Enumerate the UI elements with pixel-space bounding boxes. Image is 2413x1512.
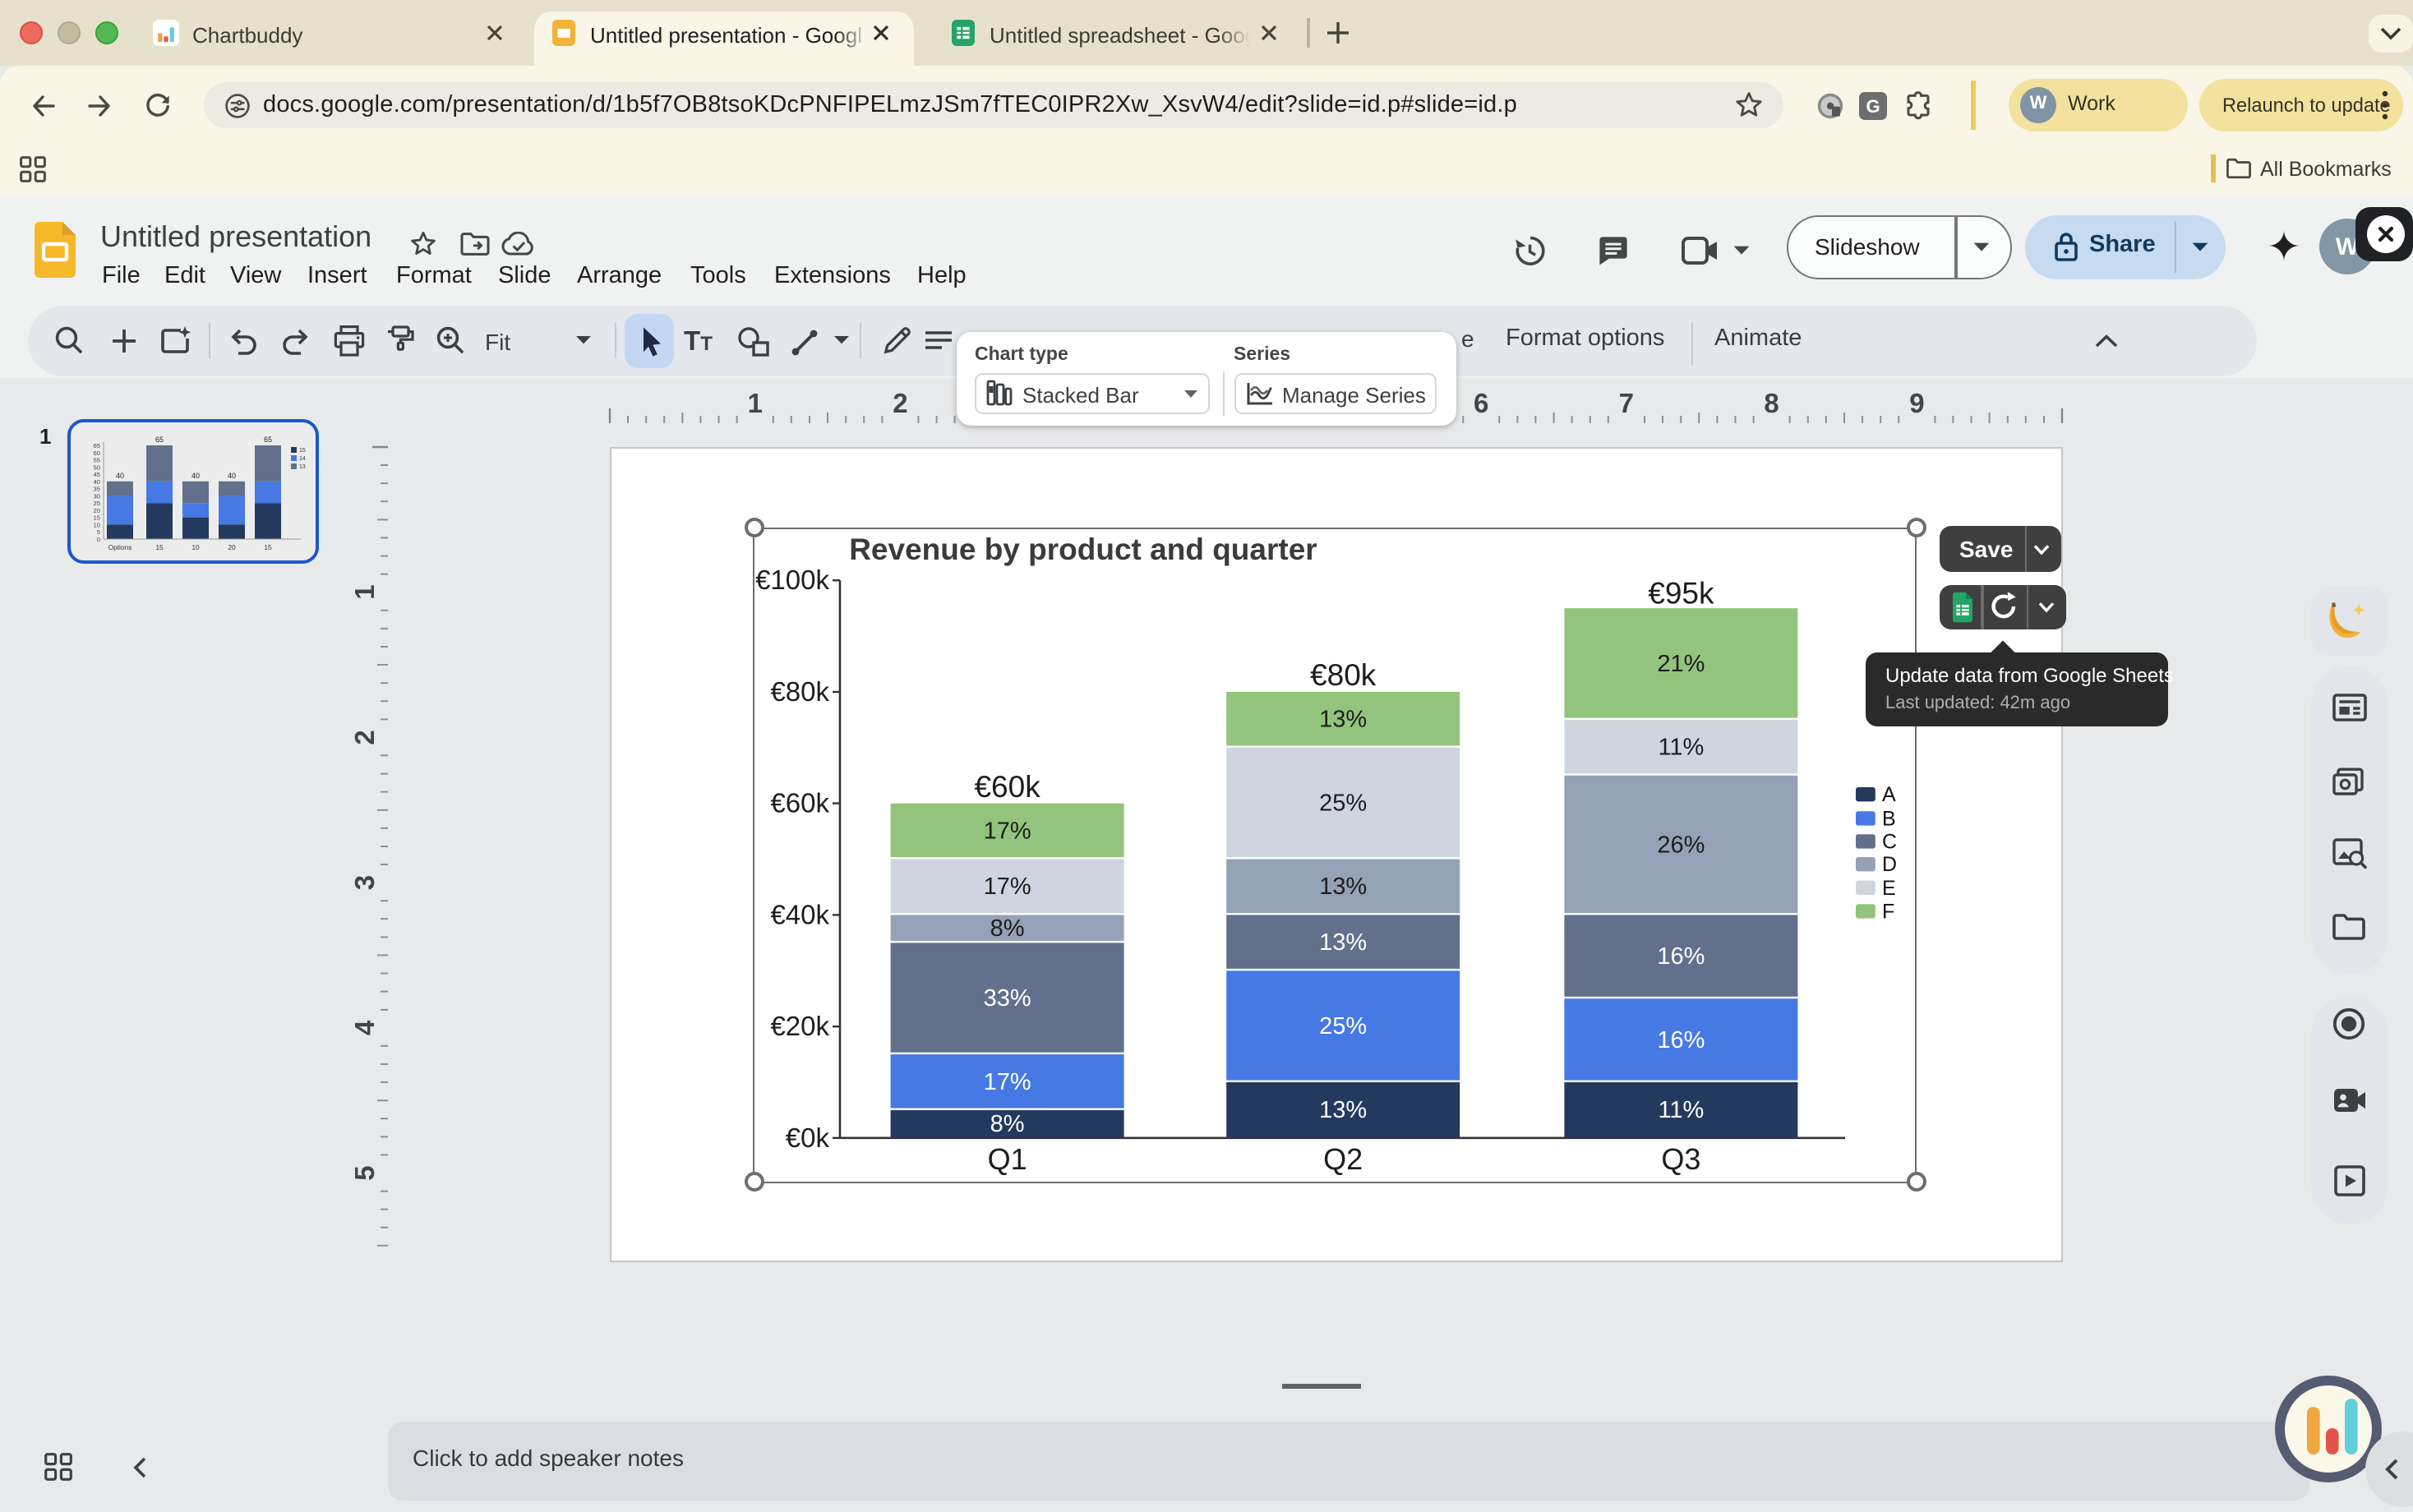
svg-text:11%: 11%	[1658, 734, 1704, 760]
svg-text:65: 65	[94, 442, 100, 449]
svg-text:25%: 25%	[1319, 1012, 1367, 1039]
svg-text:15: 15	[299, 448, 306, 454]
svg-text:25%: 25%	[1319, 789, 1367, 815]
svg-text:6: 6	[1474, 388, 1488, 418]
svg-text:€60k: €60k	[974, 769, 1040, 803]
svg-text:5: 5	[97, 528, 100, 536]
svg-text:E: E	[1882, 876, 1896, 899]
svg-text:G: G	[1866, 96, 1880, 117]
svg-text:35: 35	[94, 486, 100, 493]
svg-text:13: 13	[299, 464, 306, 470]
svg-text:16%: 16%	[1657, 943, 1705, 969]
svg-text:13%: 13%	[1319, 706, 1367, 732]
svg-text:21%: 21%	[1657, 650, 1705, 676]
svg-text:40: 40	[191, 472, 200, 480]
svg-text:F: F	[1882, 899, 1894, 922]
svg-text:40: 40	[228, 472, 236, 480]
svg-text:Q2: Q2	[1323, 1141, 1363, 1175]
svg-text:2: 2	[893, 388, 907, 418]
svg-text:15: 15	[264, 543, 272, 551]
svg-text:8%: 8%	[990, 915, 1025, 941]
svg-text:Q3: Q3	[1661, 1141, 1700, 1175]
svg-text:33%: 33%	[984, 984, 1031, 1011]
svg-text:20: 20	[228, 543, 236, 551]
svg-text:€100k: €100k	[755, 564, 829, 594]
svg-text:5: 5	[349, 1165, 380, 1180]
svg-text:€40k: €40k	[770, 898, 829, 929]
svg-text:7: 7	[1619, 388, 1634, 418]
svg-text:13%: 13%	[1319, 873, 1367, 899]
svg-text:50: 50	[94, 463, 100, 471]
svg-text:40: 40	[116, 472, 124, 480]
svg-text:60: 60	[94, 449, 100, 457]
svg-text:Q1: Q1	[988, 1141, 1027, 1175]
svg-text:4: 4	[349, 1020, 380, 1035]
svg-text:17%: 17%	[984, 1068, 1031, 1095]
svg-text:Revenue by product and quarter: Revenue by product and quarter	[849, 532, 1317, 565]
svg-text:1: 1	[349, 584, 380, 599]
svg-text:3: 3	[349, 875, 380, 890]
svg-text:26%: 26%	[1657, 831, 1705, 857]
svg-text:10: 10	[94, 521, 100, 528]
svg-text:€80k: €80k	[770, 675, 829, 706]
svg-text:€80k: €80k	[1310, 657, 1377, 691]
svg-text:13%: 13%	[1319, 929, 1367, 955]
svg-text:B: B	[1882, 806, 1896, 829]
svg-text:€20k: €20k	[770, 1010, 829, 1040]
svg-text:1: 1	[748, 388, 763, 418]
svg-text:8: 8	[1764, 388, 1779, 418]
svg-text:20: 20	[94, 507, 100, 514]
svg-text:40: 40	[94, 478, 100, 486]
svg-text:17%: 17%	[984, 873, 1031, 899]
svg-text:45: 45	[94, 471, 100, 478]
svg-text:€95k: €95k	[1648, 575, 1714, 609]
svg-text:15: 15	[94, 514, 100, 522]
svg-text:17%: 17%	[984, 817, 1031, 843]
svg-text:€0k: €0k	[786, 1122, 830, 1152]
svg-text:15: 15	[155, 543, 164, 551]
svg-text:30: 30	[94, 492, 100, 500]
svg-text:C: C	[1882, 829, 1897, 852]
svg-text:9: 9	[1909, 388, 1924, 418]
svg-text:10: 10	[191, 543, 200, 551]
svg-text:65: 65	[264, 436, 272, 444]
svg-text:Options: Options	[108, 543, 132, 551]
svg-text:D: D	[1882, 852, 1897, 875]
svg-text:25: 25	[94, 500, 100, 507]
svg-text:65: 65	[155, 436, 164, 444]
svg-text:55: 55	[94, 457, 100, 464]
svg-text:A: A	[1882, 782, 1896, 805]
svg-text:€60k: €60k	[770, 787, 829, 818]
svg-text:16%: 16%	[1657, 1026, 1705, 1053]
svg-text:2: 2	[349, 730, 380, 744]
svg-text:0: 0	[97, 536, 100, 543]
svg-text:8%: 8%	[990, 1110, 1025, 1136]
svg-text:13%: 13%	[1319, 1096, 1367, 1122]
svg-text:11%: 11%	[1658, 1096, 1704, 1122]
svg-text:14: 14	[299, 456, 306, 462]
